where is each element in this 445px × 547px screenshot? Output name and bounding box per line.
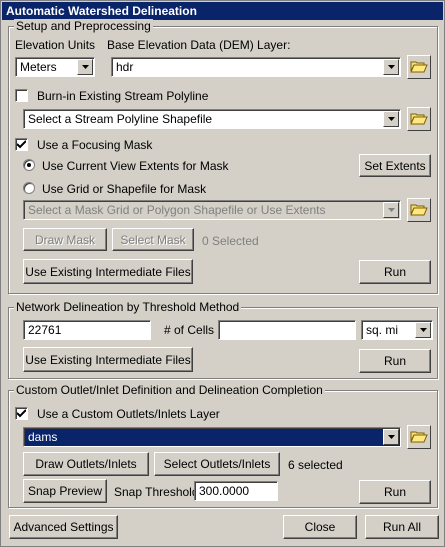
checkmark-icon: [17, 140, 26, 149]
outlet-run-button[interactable]: Run: [359, 480, 431, 504]
chevron-down-icon[interactable]: [415, 322, 431, 338]
outlet-group-label: Custom Outlet/Inlet Definition and Delin…: [14, 383, 325, 397]
open-folder-icon: [410, 111, 428, 128]
stream-polyline-select[interactable]: Select a Stream Polyline Shapefile: [23, 109, 401, 129]
chevron-down-icon[interactable]: [383, 59, 399, 75]
open-folder-icon: [410, 202, 428, 219]
network-use-existing-button[interactable]: Use Existing Intermediate Files: [23, 347, 193, 372]
network-run-button[interactable]: Run: [359, 349, 431, 373]
mask-select[interactable]: Select a Mask Grid or Polygon Shapefile …: [23, 200, 401, 220]
elevation-units-value: Meters: [20, 60, 57, 74]
mask-select-value: Select a Mask Grid or Polygon Shapefile …: [28, 203, 326, 217]
outlets-layer-select[interactable]: dams: [23, 427, 401, 447]
threshold-area-input[interactable]: [218, 320, 356, 340]
checkmark-icon: [17, 409, 26, 418]
run-all-button[interactable]: Run All: [365, 515, 439, 539]
grid-shapefile-label: Use Grid or Shapefile for Mask: [42, 182, 207, 196]
snap-preview-button[interactable]: Snap Preview: [23, 479, 107, 503]
dem-browse-button[interactable]: [407, 55, 431, 79]
threshold-cells-input[interactable]: 22761: [23, 320, 151, 340]
draw-outlets-button[interactable]: Draw Outlets/Inlets: [23, 452, 149, 476]
setup-group-label: Setup and Preprocessing: [14, 19, 153, 33]
network-group-label: Network Delineation by Threshold Method: [14, 300, 242, 314]
setup-run-button[interactable]: Run: [359, 260, 431, 284]
dem-layer-select[interactable]: hdr: [111, 57, 401, 77]
chevron-down-icon[interactable]: [383, 202, 399, 218]
chevron-down-icon[interactable]: [77, 59, 93, 75]
open-folder-icon: [410, 429, 428, 446]
close-button[interactable]: Close: [283, 515, 357, 539]
snap-threshold-value: 300.0000: [199, 484, 250, 498]
chevron-down-icon[interactable]: [383, 111, 399, 127]
mask-browse-button[interactable]: [407, 198, 431, 222]
snap-threshold-input[interactable]: 300.0000: [194, 481, 278, 501]
mask-selected-status: 0 Selected: [202, 234, 259, 248]
area-unit-value: sq. mi: [366, 323, 399, 337]
grid-shapefile-radio[interactable]: [23, 182, 35, 194]
elevation-units-select[interactable]: Meters: [15, 57, 95, 77]
threshold-cells-value: 22761: [28, 323, 62, 337]
outlets-selected-status: 6 selected: [288, 458, 343, 472]
current-view-label: Use Current View Extents for Mask: [42, 159, 229, 173]
advanced-settings-button[interactable]: Advanced Settings: [9, 515, 118, 539]
focus-mask-checkbox[interactable]: [15, 138, 28, 151]
burnin-checkbox[interactable]: [15, 89, 28, 102]
select-outlets-button[interactable]: Select Outlets/Inlets: [154, 452, 280, 476]
chevron-down-icon[interactable]: [383, 429, 399, 445]
outlets-layer-value: dams: [28, 430, 58, 444]
stream-polyline-value: Select a Stream Polyline Shapefile: [28, 112, 213, 126]
window-title: Automatic Watershed Delineation: [2, 2, 443, 20]
dem-layer-label: Base Elevation Data (DEM) Layer:: [107, 38, 291, 52]
open-folder-icon: [410, 59, 428, 76]
outlets-browse-button[interactable]: [407, 425, 431, 449]
draw-mask-button[interactable]: Draw Mask: [23, 228, 107, 251]
custom-outlets-checkbox[interactable]: [15, 407, 28, 420]
custom-outlets-label: Use a Custom Outlets/Inlets Layer: [37, 407, 220, 421]
watershed-dialog: Automatic Watershed Delineation Setup an…: [0, 0, 445, 547]
setup-use-existing-button[interactable]: Use Existing Intermediate Files: [23, 259, 193, 284]
snap-threshold-label: Snap Threshold: [114, 485, 199, 499]
select-mask-button[interactable]: Select Mask: [112, 228, 194, 251]
set-extents-button[interactable]: Set Extents: [359, 154, 431, 177]
dem-layer-value: hdr: [116, 60, 134, 74]
current-view-radio[interactable]: [23, 159, 35, 171]
stream-browse-button[interactable]: [407, 107, 431, 131]
elevation-units-label: Elevation Units: [15, 38, 96, 52]
focus-mask-label: Use a Focusing Mask: [37, 138, 153, 152]
cells-label: # of Cells: [164, 323, 215, 337]
area-unit-select[interactable]: sq. mi: [361, 320, 433, 340]
burnin-label: Burn-in Existing Stream Polyline: [37, 89, 209, 103]
